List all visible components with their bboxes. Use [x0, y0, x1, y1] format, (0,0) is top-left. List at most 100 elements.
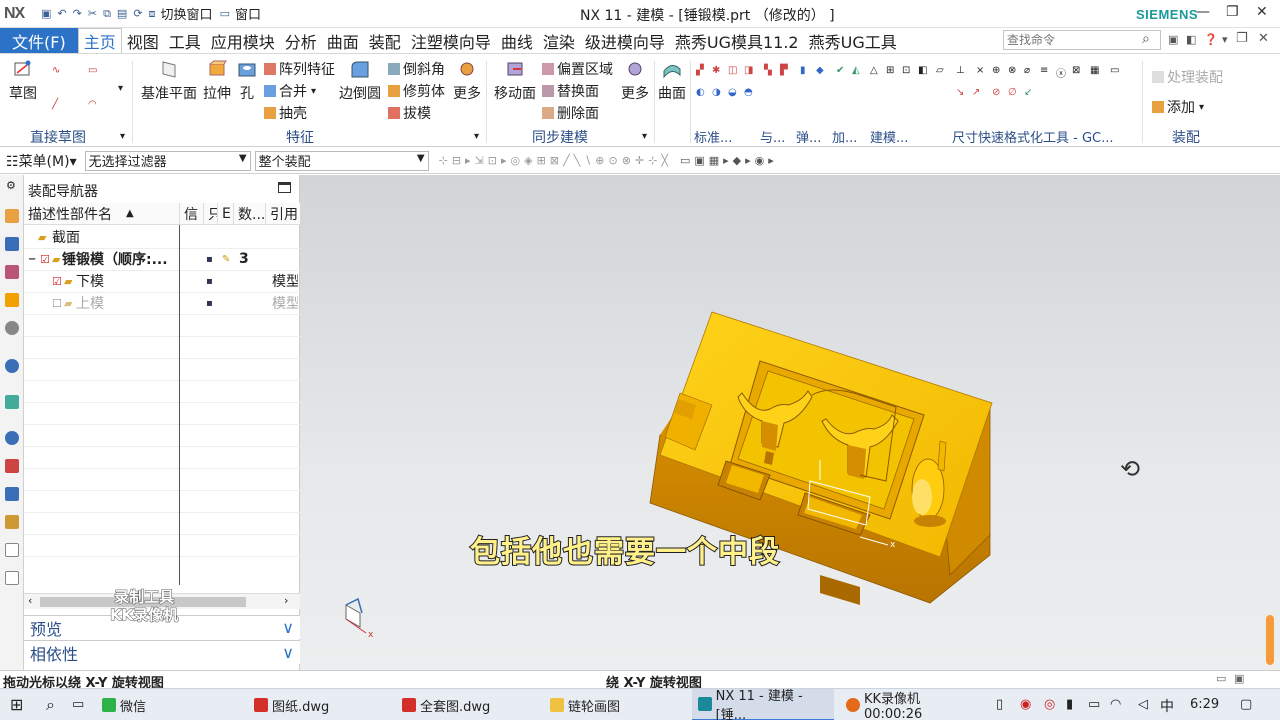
std-part-icon[interactable]: ◫: [728, 65, 737, 76]
volume-icon[interactable]: ◁: [1138, 697, 1148, 712]
dim-icon[interactable]: ×: [976, 65, 984, 76]
history-icon[interactable]: [5, 359, 19, 373]
ribbon-dropdown-icon[interactable]: ▾: [1222, 33, 1228, 46]
move-face-button[interactable]: 移动面: [492, 59, 538, 103]
offset-region-button[interactable]: 偏置区域: [542, 59, 613, 79]
taskbar-recorder[interactable]: KK录像机 00:00:26: [840, 689, 982, 720]
clock-time[interactable]: 6:29: [1190, 697, 1219, 712]
dim-icon[interactable]: ⓧ: [1056, 65, 1066, 80]
tab-yanxiu-mold[interactable]: 燕秀UG模具11.2: [670, 28, 804, 53]
status-icon[interactable]: ▭: [1216, 672, 1226, 685]
taskbar-drawing-1[interactable]: 图纸.dwg: [248, 689, 392, 720]
sketch-more-icon[interactable]: ▾: [118, 83, 123, 94]
copy-icon[interactable]: ⧉: [103, 7, 111, 21]
edge-blend-button[interactable]: 边倒圆: [336, 59, 384, 103]
tab-applications[interactable]: 应用模块: [206, 28, 280, 53]
surface-button[interactable]: 曲面: [656, 59, 688, 103]
task-view-icon[interactable]: ▭: [72, 697, 84, 712]
column-splitter[interactable]: [179, 225, 180, 585]
constraint-navigator-icon[interactable]: [5, 237, 19, 251]
dim-icon[interactable]: ▭: [1110, 65, 1119, 76]
dim-icon[interactable]: ⊥: [956, 65, 965, 76]
cut-icon[interactable]: ✂: [88, 7, 97, 20]
app-tray-icon[interactable]: ◎: [1044, 697, 1055, 712]
column-reference-set[interactable]: 引用: [266, 203, 300, 224]
dim-icon[interactable]: ▦: [1090, 65, 1099, 76]
windows-start-icon[interactable]: ⊞: [10, 695, 23, 714]
search-icon[interactable]: ⌕: [1142, 31, 1150, 47]
dim-icon[interactable]: ∅: [1008, 87, 1017, 98]
group-dropdown-icon[interactable]: ▾: [642, 131, 647, 142]
view-tools-icons[interactable]: ▭▣▦▸◆▸◉▸: [680, 154, 778, 167]
redo-icon[interactable]: ↷: [73, 7, 82, 20]
std-part-icon[interactable]: ✱: [712, 65, 720, 76]
tab-yanxiu-tools[interactable]: 燕秀UG工具: [804, 28, 902, 53]
column-readonly[interactable]: 只: [204, 203, 218, 224]
command-search-input[interactable]: [1003, 30, 1161, 50]
network-icon[interactable]: ▭: [1088, 697, 1100, 712]
shell-button[interactable]: 抽壳: [264, 103, 307, 123]
restore-window-icon[interactable]: ❐: [1236, 31, 1248, 46]
selection-scope-select[interactable]: 整个装配 ▼: [254, 150, 429, 171]
trim-body-button[interactable]: 修剪体: [388, 81, 445, 101]
tree-row-upper-die[interactable]: ☐ ▰ 上模 ▪ 模型: [24, 292, 300, 314]
sketch-button[interactable]: 草图: [6, 59, 40, 103]
tree-row-lower-die[interactable]: ☑ ▰ 下模 ▪ 模型: [24, 270, 300, 292]
undo-icon[interactable]: ↶: [57, 7, 66, 20]
dim-icon[interactable]: ⌀: [1024, 65, 1030, 76]
graphics-window[interactable]: x x ⟲ 包括他也需要一个中段: [300, 175, 1280, 670]
tool-icon[interactable]: ▱: [936, 65, 944, 76]
tool-icon[interactable]: ✔: [836, 65, 844, 76]
tool-icon[interactable]: ▮: [800, 65, 806, 76]
arc-icon[interactable]: ◠: [88, 99, 97, 110]
tool-icon[interactable]: ▛: [780, 65, 788, 76]
part-navigator-icon[interactable]: [5, 265, 19, 279]
dim-icon[interactable]: ⊕: [992, 65, 1000, 76]
taskbar-drawing-2[interactable]: 全套图.dwg: [396, 689, 540, 720]
manufacturing-wizard-icon[interactable]: [5, 487, 19, 501]
delete-face-button[interactable]: 删除面: [542, 103, 599, 123]
extrude-button[interactable]: 拉伸: [200, 59, 234, 103]
clock-icon[interactable]: [5, 431, 19, 445]
close-button[interactable]: ✕: [1256, 4, 1268, 20]
chevron-right-icon[interactable]: ›: [284, 594, 288, 607]
tree-row-assembly[interactable]: − ☑ ▰ 锤锻模（顺序:... ▪ ✎ 3: [24, 248, 300, 270]
dim-icon[interactable]: ↘: [956, 87, 964, 98]
snap-tools-icons[interactable]: ⊹⊟▸⇲⊡▸◎◈⊞⊠╱╲∖⊕⊙⊗✛⊹╳: [439, 154, 672, 167]
checkbox-icon[interactable]: ☐: [52, 297, 62, 310]
tool-icon[interactable]: ◆: [816, 65, 824, 76]
notification-icon[interactable]: ▢: [1240, 697, 1252, 712]
tool-icon[interactable]: ◭: [852, 65, 860, 76]
tab-tools[interactable]: 工具: [164, 28, 206, 53]
dim-icon[interactable]: ↗: [972, 87, 980, 98]
tab-render[interactable]: 渲染: [538, 28, 580, 53]
type-filter-select[interactable]: 无选择过滤器 ▼: [84, 150, 251, 171]
dim-icon[interactable]: ↙: [1024, 87, 1032, 98]
search-icon[interactable]: ⌕: [46, 695, 55, 715]
close-part-icon[interactable]: ✕: [1258, 31, 1269, 46]
taskbar-nx[interactable]: NX 11 - 建模 - [锤...: [692, 689, 834, 720]
status-icon[interactable]: ▣: [1234, 672, 1244, 685]
column-count[interactable]: 数...: [234, 203, 266, 224]
file-tab[interactable]: 文件(F): [0, 28, 78, 53]
std-part-icon[interactable]: ▞: [696, 65, 704, 76]
save-icon[interactable]: ▣: [41, 7, 51, 20]
tab-surface[interactable]: 曲面: [322, 28, 364, 53]
collapse-icon[interactable]: −: [28, 254, 36, 265]
more-features-button[interactable]: 更多: [450, 59, 484, 103]
replace-face-button[interactable]: 替换面: [542, 81, 599, 101]
add-component-button[interactable]: 添加 ▾: [1152, 97, 1204, 117]
line-icon[interactable]: ╱: [52, 99, 58, 110]
tool-icon[interactable]: ⊞: [886, 65, 894, 76]
tab-curve[interactable]: 曲线: [496, 28, 538, 53]
tab-home[interactable]: 主页: [77, 28, 122, 53]
std-part-icon[interactable]: ◒: [728, 87, 737, 98]
repeat-command-icon[interactable]: ⟳: [133, 7, 142, 20]
system-materials-icon[interactable]: [5, 395, 19, 409]
tab-progressive-die[interactable]: 级进模向导: [580, 28, 670, 53]
app-tray-icon[interactable]: ◉: [1020, 697, 1031, 712]
maximize-panel-icon[interactable]: [278, 182, 291, 193]
column-part-name[interactable]: 描述性部件名 ▲: [24, 203, 180, 224]
battery-icon[interactable]: ▯: [996, 697, 1003, 712]
switch-window-button[interactable]: 切换窗口: [161, 4, 213, 23]
